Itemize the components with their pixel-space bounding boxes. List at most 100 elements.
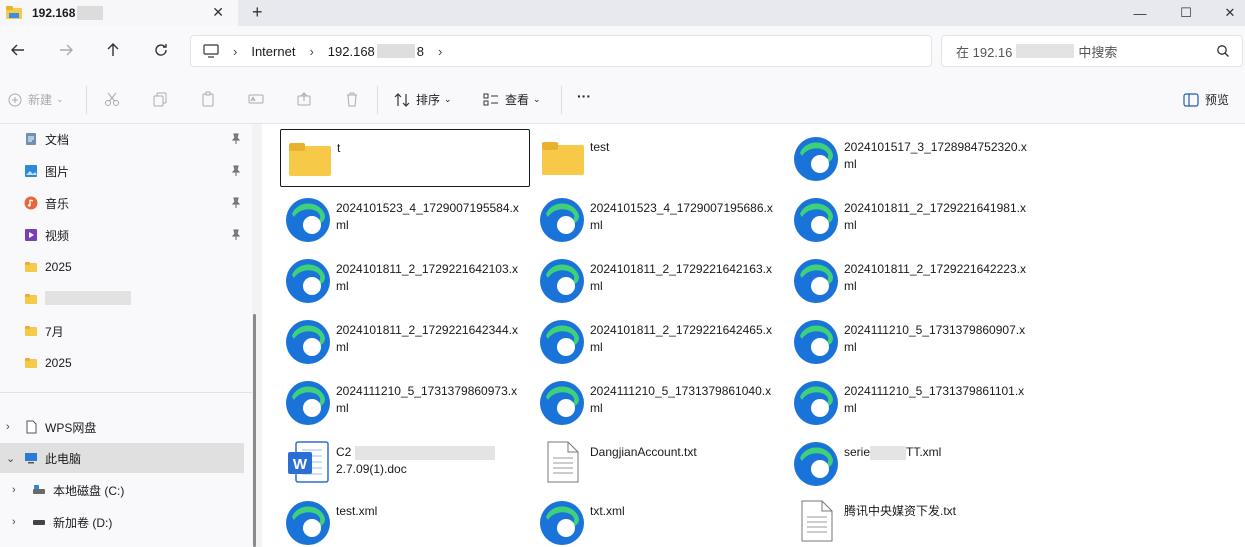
file-item-xml[interactable]: txt.xml xyxy=(534,493,784,547)
new-label: 新建 xyxy=(28,93,53,107)
copy-button[interactable] xyxy=(152,91,174,107)
file-item-txt[interactable]: DangjianAccount.txt xyxy=(534,434,784,492)
new-tab-button[interactable]: + xyxy=(252,2,263,23)
up-button[interactable] xyxy=(103,40,123,60)
edge-icon xyxy=(794,442,838,486)
sidebar-item-videos[interactable]: 视频 xyxy=(0,220,244,250)
file-list: t test 2024101517_3_1728984752320.xml 20… xyxy=(262,124,1245,547)
pin-icon[interactable] xyxy=(230,165,242,177)
breadcrumb-host-tail: 8 xyxy=(416,43,425,59)
cut-button[interactable] xyxy=(104,91,126,107)
pin-icon[interactable] xyxy=(230,229,242,241)
edge-icon xyxy=(286,198,330,242)
sidebar-item-documents[interactable]: 文档 xyxy=(0,124,244,154)
preview-button[interactable]: 预览 xyxy=(1183,91,1229,108)
edge-icon xyxy=(540,259,584,303)
chevron-right-icon[interactable]: › xyxy=(6,421,10,433)
sort-button[interactable]: 排序 ⌄ xyxy=(394,91,452,108)
maximize-button[interactable]: ☐ xyxy=(1163,0,1209,26)
view-button[interactable]: 查看 ⌄ xyxy=(483,91,541,108)
tab-current[interactable]: 192.168 ✕ xyxy=(0,0,238,26)
edge-icon xyxy=(794,137,838,181)
document-icon xyxy=(26,133,36,145)
file-name: 2024101811_2_1729221642163.xml xyxy=(590,262,772,293)
delete-button[interactable] xyxy=(344,91,366,107)
sidebar-scrollbar[interactable] xyxy=(253,314,256,547)
computer-icon xyxy=(25,453,37,464)
file-item-xml[interactable]: 2024101811_2_1729221642465.xml xyxy=(534,312,784,370)
address-bar[interactable]: › Internet › 192.168 8 › xyxy=(190,35,932,67)
word-document-icon: W xyxy=(288,441,329,483)
folder-icon xyxy=(542,142,584,175)
file-item-xml[interactable]: 2024101811_2_1729221642344.xml xyxy=(280,312,530,370)
sidebar-item-folder-redacted[interactable] xyxy=(0,284,244,314)
minimize-button[interactable]: — xyxy=(1117,0,1163,26)
sidebar-item-this-pc[interactable]: ⌄ 此电脑 xyxy=(0,443,244,473)
edge-icon xyxy=(794,320,838,364)
file-item-xml[interactable]: 2024111210_5_1731379860973.xml xyxy=(280,373,530,431)
folder-icon xyxy=(289,143,331,176)
back-button[interactable] xyxy=(8,40,28,60)
new-button[interactable]: 新建 ⌄ xyxy=(8,91,64,108)
divider xyxy=(86,86,87,114)
sidebar-item-folder-2025[interactable]: 2025 xyxy=(0,252,244,282)
breadcrumb-host[interactable]: 192.168 xyxy=(328,44,375,59)
chevron-right-icon[interactable]: › xyxy=(438,44,442,59)
share-button[interactable] xyxy=(296,91,318,107)
file-item-txt[interactable]: 腾讯中央媒资下发.txt xyxy=(788,493,1038,547)
sidebar-item-label: 2025 xyxy=(45,260,72,274)
file-item-folder-t[interactable]: t xyxy=(280,129,530,187)
sidebar-item-wps[interactable]: › WPS网盘 xyxy=(0,412,244,442)
sidebar-item-drive-c[interactable]: › 本地磁盘 (C:) xyxy=(0,475,244,505)
preview-pane-icon xyxy=(1183,92,1199,107)
chevron-down-icon: ⌄ xyxy=(56,94,64,104)
more-options-button[interactable]: ··· xyxy=(577,88,591,104)
chevron-right-icon[interactable]: › xyxy=(12,516,16,528)
sidebar-item-folder-july[interactable]: 7月 xyxy=(0,316,244,346)
chevron-down-icon[interactable]: ⌄ xyxy=(6,452,15,465)
file-item-xml[interactable]: 2024101811_2_1729221641981.xml xyxy=(788,190,1038,248)
pin-icon[interactable] xyxy=(230,133,242,145)
search-box[interactable]: 在 192.16 中搜索 xyxy=(941,35,1243,67)
sidebar-item-folder-2025-b[interactable]: 2025 xyxy=(0,348,244,378)
sidebar-item-drive-d[interactable]: › 新加卷 (D:) xyxy=(0,507,244,537)
forward-button[interactable] xyxy=(56,40,76,60)
file-item-xml[interactable]: 2024101517_3_1728984752320.xml xyxy=(788,129,1038,187)
title-bar: 192.168 ✕ + — ☐ ✕ xyxy=(0,0,1245,26)
file-item-xml[interactable]: 2024101523_4_1729007195584.xml xyxy=(280,190,530,248)
arrow-right-icon xyxy=(60,44,73,56)
scissors-icon xyxy=(105,92,119,106)
file-item-xml[interactable]: 2024111210_5_1731379861040.xml xyxy=(534,373,784,431)
file-name: 2024101811_2_1729221641981.xml xyxy=(844,201,1026,232)
window-close-button[interactable]: ✕ xyxy=(1207,0,1245,26)
divider xyxy=(377,86,378,114)
file-item-xml[interactable]: serie TT.xml xyxy=(788,434,1038,492)
refresh-button[interactable] xyxy=(151,40,171,60)
file-name: t xyxy=(337,141,341,155)
file-name-end: TT.xml xyxy=(906,445,942,459)
file-item-xml[interactable]: 2024101811_2_1729221642163.xml xyxy=(534,251,784,309)
svg-text:W: W xyxy=(293,456,308,473)
file-item-doc[interactable]: W C2 2.7.09(1).doc xyxy=(280,434,530,492)
search-placeholder-suffix: 中搜索 xyxy=(1078,44,1118,60)
chevron-right-icon: › xyxy=(309,43,314,59)
rename-button[interactable] xyxy=(248,91,270,107)
tab-close-icon[interactable]: ✕ xyxy=(212,4,224,21)
sidebar-item-pictures[interactable]: 图片 xyxy=(0,156,244,186)
file-item-xml[interactable]: 2024111210_5_1731379861101.xml xyxy=(788,373,1038,431)
file-item-xml[interactable]: 2024101811_2_1729221642223.xml xyxy=(788,251,1038,309)
file-item-xml[interactable]: test.xml xyxy=(280,493,530,547)
file-item-folder-test[interactable]: test xyxy=(534,129,784,187)
pin-icon[interactable] xyxy=(230,197,242,209)
divider xyxy=(561,86,562,114)
chevron-right-icon[interactable]: › xyxy=(12,484,16,496)
file-item-xml[interactable]: 2024101811_2_1729221642103.xml xyxy=(280,251,530,309)
breadcrumb-internet[interactable]: Internet xyxy=(251,44,295,59)
file-item-xml[interactable]: 2024111210_5_1731379860907.xml xyxy=(788,312,1038,370)
file-item-xml[interactable]: 2024101523_4_1729007195686.xml xyxy=(534,190,784,248)
sidebar-item-music[interactable]: 音乐 xyxy=(0,188,244,218)
sidebar-item-label: WPS网盘 xyxy=(45,420,97,435)
edge-icon xyxy=(286,320,330,364)
redacted-block xyxy=(870,445,907,460)
paste-button[interactable] xyxy=(200,91,222,107)
